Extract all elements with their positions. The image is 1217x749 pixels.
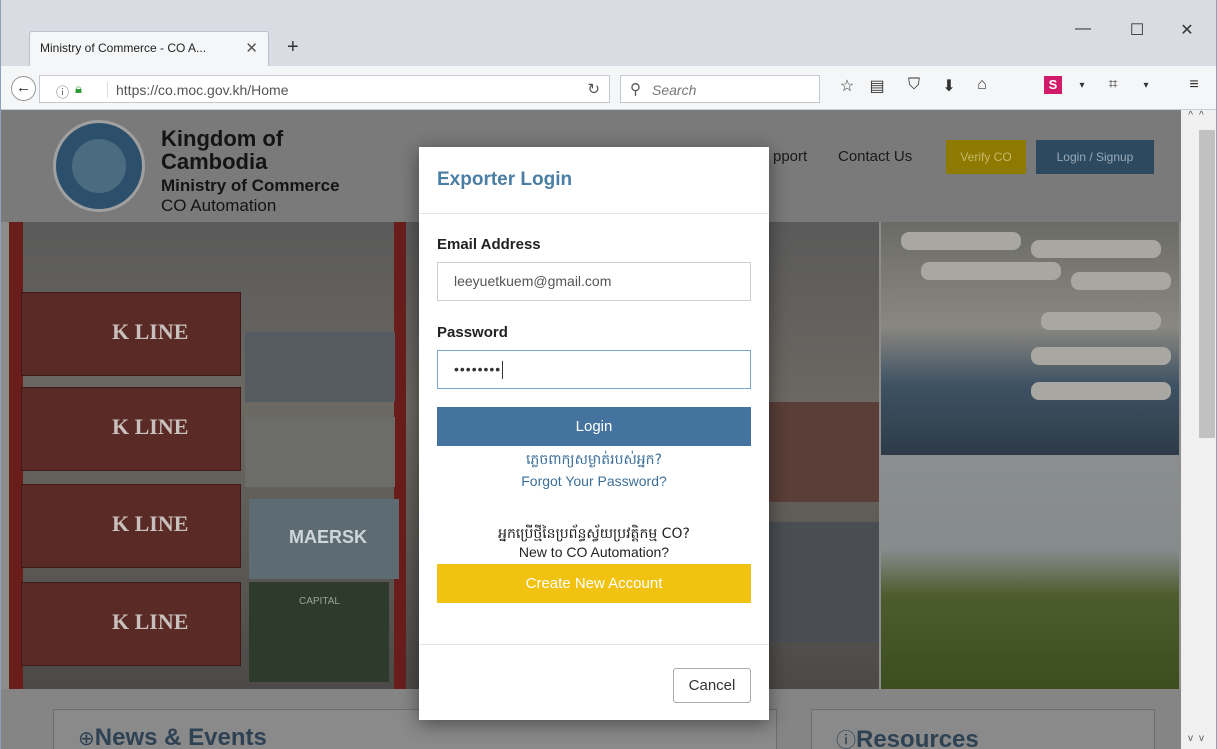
scroll-up-arrows[interactable]: ^^ bbox=[1181, 110, 1216, 126]
container-stack-far-2 bbox=[769, 522, 879, 642]
forgot-password-link[interactable]: Forgot Your Password? bbox=[419, 473, 769, 489]
capital-container: CAPITAL bbox=[249, 582, 389, 682]
maximize-button[interactable]: ☐ bbox=[1117, 20, 1157, 40]
container-4: K LINE bbox=[21, 582, 241, 666]
news-title-text: News & Events bbox=[94, 724, 267, 749]
minimize-button[interactable]: — bbox=[1063, 20, 1103, 38]
sack bbox=[921, 262, 1061, 280]
navigation-bar: ← ⓘ 🔒︎ https://co.moc.gov.kh/Home ↻ ⚲ Se… bbox=[1, 66, 1216, 110]
tab-close-icon[interactable]: ✕ bbox=[245, 39, 258, 57]
close-window-button[interactable]: ✕ bbox=[1167, 20, 1207, 40]
pocket-icon[interactable]: ⛉ bbox=[901, 76, 927, 94]
brand-line2: Cambodia bbox=[161, 149, 268, 174]
container-label: K LINE bbox=[112, 319, 189, 344]
container-stack-grey-2 bbox=[245, 417, 395, 487]
container-label: K LINE bbox=[112, 414, 189, 439]
tab-title: Ministry of Commerce - CO A... bbox=[40, 41, 207, 55]
extension-dropdown-icon[interactable]: ▾ bbox=[1069, 80, 1095, 91]
extension-s-icon[interactable]: S bbox=[1044, 76, 1062, 94]
exporter-login-modal: Exporter Login Email Address leeyuetkuem… bbox=[419, 147, 769, 720]
resources-panel: ⓘResources bbox=[811, 709, 1155, 749]
brand-line1: Kingdom of bbox=[161, 126, 284, 151]
page-scrollbar[interactable]: ^^ vv bbox=[1181, 110, 1216, 749]
container-3: K LINE bbox=[21, 484, 241, 568]
brand-line3: Ministry of Commerce bbox=[161, 176, 340, 195]
scroll-down-arrows[interactable]: vv bbox=[1181, 733, 1216, 749]
scroll-thumb[interactable] bbox=[1199, 130, 1215, 438]
sack bbox=[1031, 382, 1171, 400]
container-1: K LINE bbox=[21, 292, 241, 376]
ministry-logo[interactable] bbox=[53, 120, 145, 212]
login-signup-button[interactable]: Login / Signup bbox=[1036, 140, 1154, 174]
email-field[interactable]: leeyuetkuem@gmail.com bbox=[437, 262, 751, 301]
container-2: K LINE bbox=[21, 387, 241, 471]
new-user-text: New to CO Automation? bbox=[518, 544, 670, 560]
url-text[interactable]: https://co.moc.gov.kh/Home bbox=[107, 82, 288, 98]
create-account-button[interactable]: Create New Account bbox=[437, 564, 751, 603]
bookmark-star-icon[interactable]: ☆ bbox=[834, 76, 860, 96]
cancel-button[interactable]: Cancel bbox=[673, 668, 751, 703]
sack bbox=[1041, 312, 1161, 330]
password-label: Password bbox=[437, 324, 508, 341]
lock-icon: 🔒︎ bbox=[75, 81, 82, 96]
info-circle-icon: ⓘ bbox=[836, 730, 856, 749]
sack bbox=[1071, 272, 1171, 290]
info-icon[interactable]: ⓘ bbox=[56, 82, 69, 101]
crane-right bbox=[394, 222, 406, 689]
home-icon[interactable]: ⌂ bbox=[969, 76, 995, 94]
search-placeholder: Search bbox=[652, 82, 697, 98]
resources-title-text: Resources bbox=[856, 726, 979, 749]
resources-title: ⓘResources bbox=[836, 724, 979, 749]
reader-list-icon[interactable]: ▤ bbox=[864, 76, 890, 96]
hero-image-rice-field bbox=[881, 457, 1179, 689]
browser-tab[interactable]: Ministry of Commerce - CO A... ✕ bbox=[29, 31, 269, 66]
news-title: ⊕News & Events bbox=[78, 724, 267, 749]
sack bbox=[1031, 240, 1161, 258]
nav-support-link[interactable]: pport bbox=[773, 148, 807, 165]
new-tab-button[interactable]: + bbox=[287, 36, 299, 59]
sack bbox=[1031, 347, 1171, 365]
reload-icon[interactable]: ↻ bbox=[587, 80, 600, 98]
maersk-container: MAERSK bbox=[249, 499, 399, 579]
new-user-khmer-text: អ្នកប្រើថ្មីនៃប្រព័ន្ធស្វ័យប្រវត្តិកម្ម … bbox=[498, 526, 690, 542]
crop-dropdown-icon[interactable]: ▾ bbox=[1133, 80, 1159, 91]
back-button[interactable]: ← bbox=[11, 76, 36, 101]
browser-window: Ministry of Commerce - CO A... ✕ + — ☐ ✕… bbox=[0, 0, 1217, 749]
text-caret bbox=[502, 361, 504, 380]
container-label: K LINE bbox=[112, 609, 189, 634]
login-button[interactable]: Login bbox=[437, 407, 751, 446]
container-stack-grey-1 bbox=[245, 332, 395, 402]
sack bbox=[901, 232, 1021, 250]
hero-image-rice-sacks bbox=[881, 222, 1179, 455]
search-bar[interactable]: ⚲ Search bbox=[620, 75, 820, 103]
menu-hamburger-icon[interactable]: ≡ bbox=[1181, 76, 1207, 94]
maersk-label: MAERSK bbox=[289, 527, 368, 547]
container-stack-far bbox=[769, 402, 879, 502]
nav-contact-link[interactable]: Contact Us bbox=[838, 148, 912, 165]
password-value: •••••••• bbox=[454, 361, 502, 377]
brand-line4: CO Automation bbox=[161, 196, 277, 215]
modal-footer: Cancel bbox=[419, 644, 769, 720]
back-arrow-icon: ← bbox=[16, 79, 31, 96]
password-field[interactable]: •••••••• bbox=[437, 350, 751, 389]
email-label: Email Address bbox=[437, 236, 541, 253]
globe-icon: ⊕ bbox=[78, 728, 95, 749]
verify-co-button[interactable]: Verify CO bbox=[946, 140, 1026, 174]
address-bar[interactable]: ⓘ 🔒︎ https://co.moc.gov.kh/Home ↻ bbox=[39, 75, 610, 103]
modal-title: Exporter Login bbox=[437, 169, 573, 190]
modal-header: Exporter Login bbox=[419, 147, 769, 214]
capital-label: CAPITAL bbox=[299, 596, 340, 607]
search-icon: ⚲ bbox=[630, 81, 641, 98]
forgot-password-khmer-link[interactable]: ភ្លេចពាក្យសម្ងាត់របស់អ្នក? bbox=[419, 450, 769, 471]
download-icon[interactable]: ⬇ bbox=[936, 76, 962, 96]
crop-icon[interactable]: ⌗ bbox=[1100, 76, 1126, 94]
container-label: K LINE bbox=[112, 511, 189, 536]
title-bar: Ministry of Commerce - CO A... ✕ + — ☐ ✕ bbox=[1, 0, 1216, 66]
